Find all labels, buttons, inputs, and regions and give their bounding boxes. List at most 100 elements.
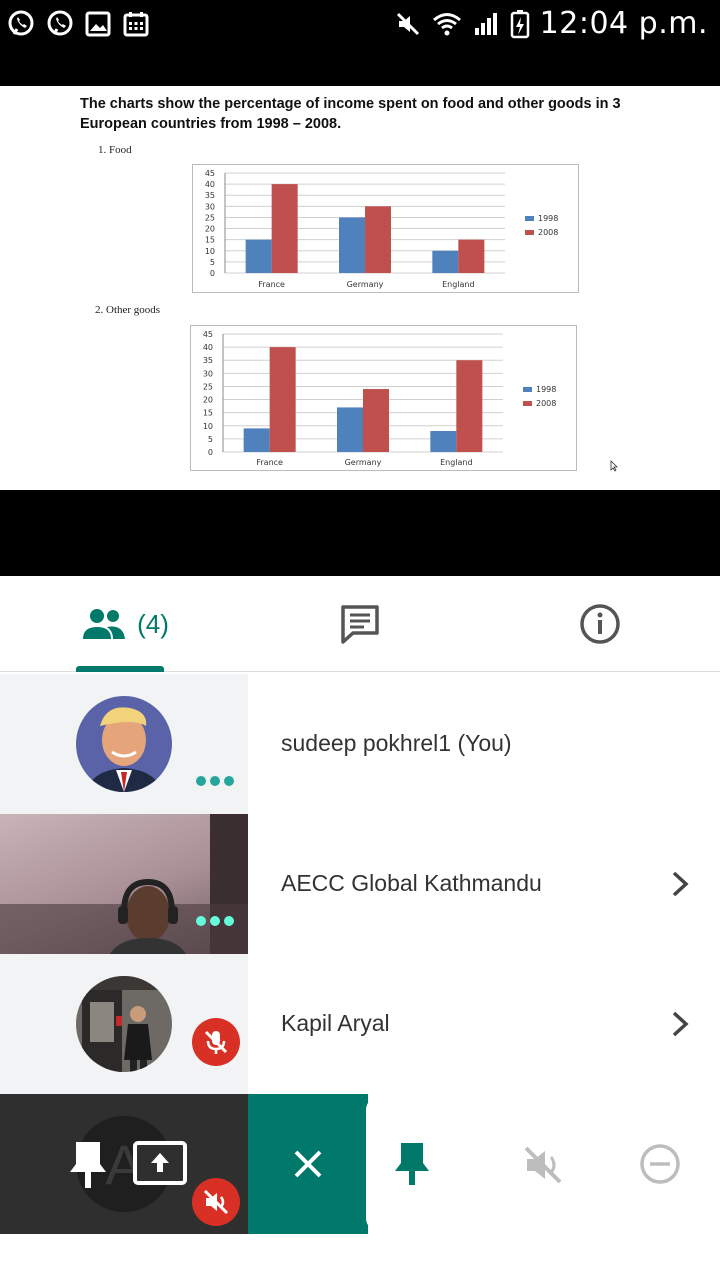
y-tick-label: 25 — [203, 382, 213, 391]
x-tick-label: England — [442, 280, 474, 289]
people-count: (4) — [137, 608, 169, 639]
legend-swatch — [525, 230, 534, 235]
wifi-icon — [432, 12, 461, 35]
participant-tile — [0, 674, 248, 814]
x-tick-label: France — [258, 280, 285, 289]
legend-swatch — [523, 401, 532, 406]
y-tick-label: 15 — [203, 409, 213, 418]
present-screen-icon[interactable] — [132, 1140, 188, 1186]
y-tick-label: 25 — [205, 213, 215, 222]
bar-1998 — [432, 250, 459, 273]
chat-icon — [341, 605, 379, 644]
participant-video — [0, 814, 248, 954]
participant-row[interactable]: Kapil Aryal — [0, 954, 720, 1094]
participant-tile — [0, 954, 248, 1094]
chart2-label: 2. Other goods — [95, 304, 161, 316]
x-tick-label: Germany — [345, 458, 382, 467]
close-icon — [294, 1150, 322, 1178]
y-tick-label: 30 — [203, 369, 213, 378]
y-tick-label: 35 — [205, 191, 215, 200]
slide-title: The charts show the percentage of income… — [80, 96, 621, 132]
tab-people[interactable]: (4) — [60, 576, 190, 672]
pin-icon[interactable] — [68, 1138, 108, 1190]
y-tick-label: 0 — [210, 269, 215, 278]
status-bar: 12:04 p.m. — [0, 0, 720, 48]
y-tick-label: 10 — [205, 247, 215, 256]
pin-button[interactable] — [392, 1134, 432, 1194]
x-tick-label: Germany — [347, 280, 384, 289]
y-tick-label: 40 — [203, 343, 213, 352]
participant-row[interactable]: AECC Global Kathmandu — [0, 814, 720, 954]
legend-label: 2008 — [536, 399, 556, 408]
meeting-tabs: (4) — [0, 576, 720, 672]
y-tick-label: 20 — [205, 225, 215, 234]
calendar-icon — [123, 12, 149, 37]
tab-selected-indicator — [76, 666, 164, 672]
y-tick-label: 5 — [208, 435, 213, 444]
action-panel — [366, 1096, 720, 1232]
chart1-label: 1. Food — [98, 144, 132, 156]
info-icon — [580, 604, 620, 644]
speaking-indicator-icon — [196, 916, 234, 926]
battery-icon — [510, 9, 529, 38]
tab-chat[interactable] — [320, 576, 400, 672]
participant-row[interactable]: sudeep pokhrel1 (You) — [0, 674, 720, 814]
bar-2008 — [271, 184, 298, 273]
y-tick-label: 15 — [205, 236, 215, 245]
video-letterbox-bottom — [0, 490, 720, 576]
bar-2008 — [363, 389, 389, 452]
y-tick-label: 40 — [205, 180, 215, 189]
avatar — [76, 696, 172, 792]
y-tick-label: 5 — [210, 258, 215, 267]
volume-off-icon — [524, 1146, 562, 1184]
video-frame — [0, 814, 248, 954]
viber-call-icon — [47, 10, 73, 36]
mute-icon — [396, 12, 419, 35]
y-tick-label: 30 — [205, 202, 215, 211]
bar-2008 — [458, 239, 485, 273]
mute-participant-button[interactable] — [518, 1140, 568, 1190]
speaking-indicator-icon — [196, 776, 234, 786]
bar-1998 — [243, 428, 270, 452]
food-chart: 0 5 10 15 20 25 30 35 40 45 France Germany England 19… — [192, 164, 579, 293]
x-tick-label: England — [440, 458, 472, 467]
participant-name: Kapil Aryal — [281, 1010, 390, 1036]
legend-label: 1998 — [538, 214, 558, 223]
shared-screen[interactable]: The charts show the percentage of income… — [0, 86, 720, 490]
bar-1998 — [337, 407, 363, 452]
legend-swatch — [523, 387, 532, 392]
bar-1998 — [339, 217, 365, 273]
remove-participant-button[interactable] — [638, 1142, 682, 1186]
viber-icon — [8, 10, 34, 36]
chevron-right-icon[interactable] — [670, 1010, 690, 1038]
participant-name: sudeep pokhrel1 (You) — [281, 730, 512, 756]
mic-off-icon — [192, 1018, 240, 1066]
y-tick-label: 0 — [208, 448, 213, 457]
y-tick-label: 45 — [205, 169, 215, 178]
mouse-cursor-icon — [610, 460, 618, 472]
bar-2008 — [456, 360, 483, 452]
close-actions-button[interactable] — [248, 1094, 368, 1234]
other-goods-chart: 0 5 10 15 20 25 30 35 40 45 France Germany England 19… — [190, 325, 577, 471]
signal-icon — [474, 12, 497, 35]
x-tick-label: France — [256, 458, 283, 467]
bar-1998 — [430, 431, 457, 452]
people-icon — [83, 609, 126, 639]
self-tile: A — [0, 1094, 248, 1234]
clock: 12:04 p.m. — [539, 6, 708, 41]
volume-off-icon — [192, 1178, 240, 1226]
bar-2008 — [365, 206, 391, 273]
remove-icon — [640, 1144, 680, 1184]
bar-1998 — [245, 239, 272, 273]
gallery-icon — [85, 11, 111, 37]
chevron-right-icon[interactable] — [670, 870, 690, 898]
y-tick-label: 45 — [203, 330, 213, 339]
bar-2008 — [269, 347, 296, 452]
y-tick-label: 20 — [203, 396, 213, 405]
tab-info[interactable] — [560, 576, 640, 672]
y-tick-label: 10 — [203, 422, 213, 431]
legend-swatch — [525, 216, 534, 221]
legend-label: 1998 — [536, 385, 556, 394]
video-letterbox-top — [0, 48, 720, 86]
participant-name: AECC Global Kathmandu — [281, 870, 542, 896]
